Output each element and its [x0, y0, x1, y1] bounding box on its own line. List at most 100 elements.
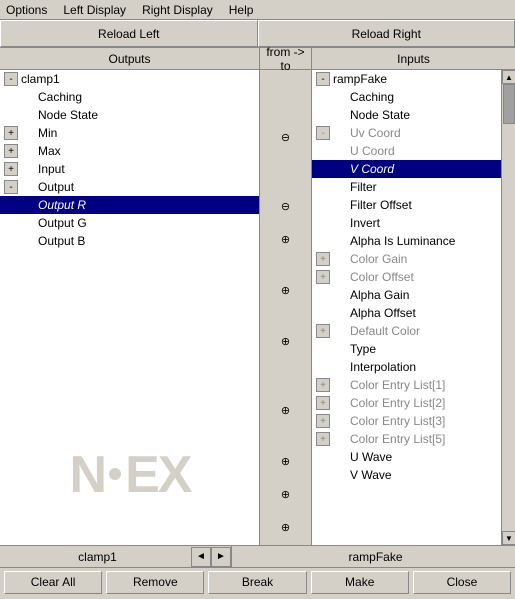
tree-item[interactable]: Node State: [312, 106, 515, 124]
make-button[interactable]: Make: [311, 571, 409, 594]
tree-item[interactable]: + Max: [0, 142, 259, 160]
tree-item[interactable]: + Input: [0, 160, 259, 178]
tree-expander[interactable]: +: [316, 252, 330, 266]
tree-item[interactable]: + Color Entry List[1]: [312, 376, 515, 394]
tree-item[interactable]: U Wave: [312, 448, 515, 466]
tree-item[interactable]: Interpolation: [312, 358, 515, 376]
scroll-thumb[interactable]: [503, 84, 515, 124]
tree-item[interactable]: Node State: [0, 106, 259, 124]
scroll-up-button[interactable]: ▲: [502, 70, 515, 84]
tree-expander[interactable]: -: [4, 72, 18, 86]
tree-expander[interactable]: +: [316, 414, 330, 428]
tree-expander[interactable]: +: [316, 396, 330, 410]
tree-expander[interactable]: -: [4, 180, 18, 194]
tree-item[interactable]: Alpha Is Luminance: [312, 232, 515, 250]
tree-item-label: Alpha Is Luminance: [350, 234, 455, 248]
tree-item[interactable]: Filter: [312, 178, 515, 196]
left-arrow-next[interactable]: ►: [211, 547, 231, 567]
inputs-header: Inputs: [312, 48, 515, 69]
nav-right: rampFake: [232, 546, 515, 567]
break-button[interactable]: Break: [208, 571, 306, 594]
tree-item[interactable]: -Uv Coord: [312, 124, 515, 142]
tree-item-label: Color Entry List[1]: [350, 378, 445, 392]
tree-item-label: Caching: [350, 90, 394, 104]
menu-right-display[interactable]: Right Display: [140, 3, 215, 17]
remove-button[interactable]: Remove: [106, 571, 204, 594]
tree-item[interactable]: U Coord: [312, 142, 515, 160]
mid-marker-8: ⊕: [281, 487, 290, 502]
left-arrow-prev[interactable]: ◄: [191, 547, 211, 567]
tree-item-label: Color Entry List[3]: [350, 414, 445, 428]
tree-item[interactable]: Type: [312, 340, 515, 358]
mid-marker-3: ⊕: [281, 232, 290, 247]
tree-item-label: clamp1: [21, 72, 60, 86]
tree-item-label: Output R: [38, 198, 86, 212]
outputs-header: Outputs: [0, 48, 260, 69]
tree-item[interactable]: Output R: [0, 196, 259, 214]
tree-expander[interactable]: +: [316, 324, 330, 338]
logo-area: NEX: [0, 405, 260, 545]
tree-expander[interactable]: +: [316, 432, 330, 446]
tree-item-label: Filter Offset: [350, 198, 412, 212]
tree-item[interactable]: + Color Entry List[3]: [312, 412, 515, 430]
tree-item-label: V Wave: [350, 468, 392, 482]
tree-item[interactable]: + Color Offset: [312, 268, 515, 286]
tree-item[interactable]: - Output: [0, 178, 259, 196]
tree-item[interactable]: -clamp1: [0, 70, 259, 88]
tree-item[interactable]: Caching: [312, 88, 515, 106]
scroll-down-button[interactable]: ▼: [502, 531, 515, 545]
menu-left-display[interactable]: Left Display: [61, 3, 128, 17]
scroll-track: [502, 84, 515, 531]
reload-right-button[interactable]: Reload Right: [258, 20, 515, 47]
tree-item[interactable]: +Color Entry List[5]: [312, 430, 515, 448]
tree-expander[interactable]: +: [4, 144, 18, 158]
menu-options[interactable]: Options: [4, 3, 49, 17]
tree-item[interactable]: +Color Entry List[2]: [312, 394, 515, 412]
tree-item-label: Color Gain: [350, 252, 407, 266]
clear-all-button[interactable]: Clear All: [4, 571, 102, 594]
tree-item[interactable]: -rampFake: [312, 70, 515, 88]
menu-help[interactable]: Help: [227, 3, 256, 17]
tree-item[interactable]: Alpha Offset: [312, 304, 515, 322]
tree-expander[interactable]: +: [316, 378, 330, 392]
tree-expander[interactable]: +: [316, 270, 330, 284]
tree-item-label: U Coord: [350, 144, 395, 158]
middle-panel: ⊖ ⊖ ⊕ ⊕ ⊕ ⊕ ⊕ ⊕ ⊕: [260, 70, 312, 545]
tree-item-label: Alpha Gain: [350, 288, 409, 302]
tree-item-label: Output: [38, 180, 74, 194]
tree-item-label: Invert: [350, 216, 380, 230]
tree-item-label: U Wave: [350, 450, 392, 464]
tree-item[interactable]: V Wave: [312, 466, 515, 484]
left-node-label: clamp1: [4, 550, 191, 564]
close-button[interactable]: Close: [413, 571, 511, 594]
tree-item[interactable]: +Min: [0, 124, 259, 142]
tree-item[interactable]: Invert: [312, 214, 515, 232]
tree-expander[interactable]: +: [4, 126, 18, 140]
tree-item-label: Output G: [38, 216, 87, 230]
tree-item-label: Default Color: [350, 324, 420, 338]
mid-marker-7: ⊕: [281, 454, 290, 469]
tree-item[interactable]: + Color Gain: [312, 250, 515, 268]
tree-expander[interactable]: -: [316, 126, 330, 140]
tree-item-label: Input: [38, 162, 65, 176]
right-scrollbar[interactable]: ▲ ▼: [501, 70, 515, 545]
nav-left: clamp1 ◄ ►: [0, 546, 232, 567]
tree-item[interactable]: Output B: [0, 232, 259, 250]
tree-item[interactable]: Filter Offset: [312, 196, 515, 214]
right-node-label: rampFake: [236, 550, 515, 564]
tree-item-label: Max: [38, 144, 61, 158]
mid-marker-2: ⊖: [281, 199, 290, 214]
tree-item[interactable]: Caching: [0, 88, 259, 106]
tree-item[interactable]: Output G: [0, 214, 259, 232]
reload-left-button[interactable]: Reload Left: [0, 20, 258, 47]
tree-expander[interactable]: -: [316, 72, 330, 86]
tree-item-label: Filter: [350, 180, 377, 194]
right-tree: -rampFake Caching Node State-Uv Coord U Coo…: [312, 70, 515, 484]
tree-item[interactable]: + Default Color: [312, 322, 515, 340]
tree-item[interactable]: Alpha Gain: [312, 286, 515, 304]
mid-marker-4: ⊕: [281, 283, 290, 298]
tree-item[interactable]: V Coord: [312, 160, 515, 178]
bottom-nav: clamp1 ◄ ► rampFake: [0, 546, 515, 568]
tree-item-label: Color Offset: [350, 270, 414, 284]
tree-expander[interactable]: +: [4, 162, 18, 176]
